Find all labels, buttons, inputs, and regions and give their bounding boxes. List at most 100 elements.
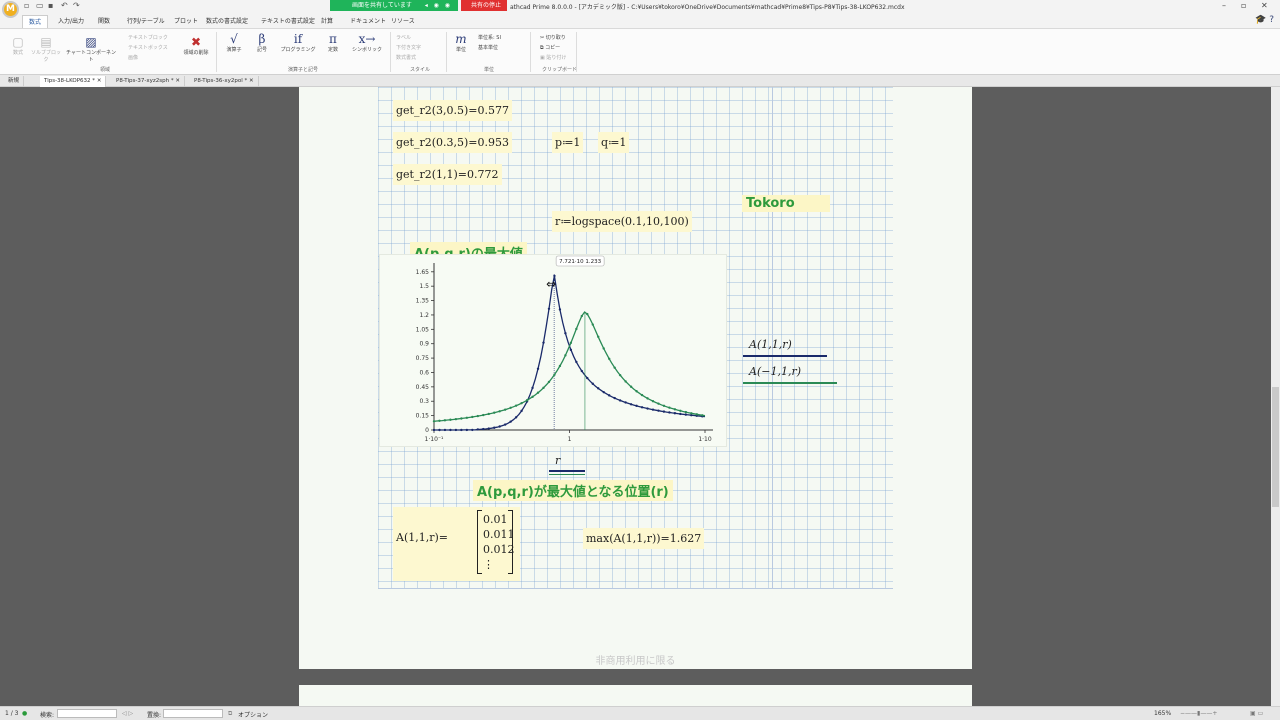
- doc-tab-tips-36[interactable]: P8-Tips-36-xy2pol * ✕: [190, 76, 259, 87]
- image-button[interactable]: 画像: [128, 54, 138, 61]
- close-icon[interactable]: ✕: [1261, 1, 1268, 10]
- constants-button[interactable]: π 定数: [320, 32, 346, 53]
- y-tick-label: 1.65: [416, 269, 430, 276]
- data-point: [624, 401, 627, 404]
- data-point: [662, 404, 666, 407]
- zoom-slider[interactable]: −——▮——+: [1180, 710, 1217, 717]
- paste-button[interactable]: ▣ 貼り付け: [540, 54, 566, 61]
- units-label: 単位: [455, 47, 466, 53]
- share-controls-icon[interactable]: ◂ ◉ ◉: [425, 0, 452, 11]
- tab-calculation[interactable]: 計算: [315, 15, 339, 28]
- stop-share-button[interactable]: 共有の停止: [461, 0, 507, 11]
- doc-tab-new[interactable]: 新規: [4, 76, 25, 87]
- legend-series-1[interactable]: A(1,1,r): [749, 338, 792, 351]
- doc-tab-tips-37[interactable]: P8-Tips-37-xyz2sph * ✕: [112, 76, 185, 87]
- math-region-eq2[interactable]: get_r2(0.3,5)=0.953: [393, 132, 513, 153]
- beta-icon: β: [258, 32, 266, 46]
- sqrt-icon: √: [230, 32, 238, 46]
- tab-math-format[interactable]: 数式の書式設定: [200, 15, 254, 28]
- search-nav-icon[interactable]: ◁ ▷: [122, 710, 133, 717]
- operators-button[interactable]: √ 演算子: [222, 32, 246, 53]
- math-region-icon: ▢: [12, 35, 24, 49]
- new-file-icon[interactable]: ▫: [24, 2, 32, 10]
- math-region-q-definition[interactable]: q≔1: [598, 132, 630, 153]
- tab-resources[interactable]: リソース: [385, 15, 421, 28]
- symbolics-label: シンボリック: [351, 47, 382, 53]
- close-tab-icon[interactable]: ✕: [175, 78, 180, 84]
- subscript-button[interactable]: 下付き文字: [396, 44, 421, 51]
- close-tab-icon[interactable]: ✕: [249, 78, 254, 84]
- open-folder-icon[interactable]: ▭: [36, 2, 44, 10]
- mathcad-logo-icon[interactable]: M: [2, 1, 19, 18]
- data-point: [586, 312, 589, 316]
- data-point: [651, 399, 655, 403]
- data-point: [542, 341, 545, 344]
- symbols-button[interactable]: β 記号: [250, 32, 274, 53]
- math-format-dropdown[interactable]: 数式書式: [396, 54, 416, 61]
- help-icon[interactable]: 🎓 ?: [1255, 15, 1274, 25]
- replace-icon[interactable]: ⧉: [228, 710, 232, 718]
- ribbon-divider: [390, 32, 391, 72]
- undo-icon[interactable]: ↶: [61, 2, 69, 10]
- data-point: [629, 403, 633, 406]
- document-tabs: 新規 Tips-38-LKOP632 * ✕ P8-Tips-37-xyz2sp…: [0, 75, 1280, 87]
- math-region-p-definition[interactable]: p≔1: [552, 132, 584, 153]
- screen-share-banner: 画面を共有しています ◂ ◉ ◉: [330, 0, 458, 11]
- close-tab-icon[interactable]: ✕: [97, 78, 102, 84]
- text-block-button[interactable]: テキストブロック: [128, 34, 168, 41]
- doc-tab-tips-38[interactable]: Tips-38-LKOP632 * ✕: [40, 76, 107, 87]
- cut-button[interactable]: ✂ 切り取り: [540, 34, 566, 41]
- author-label[interactable]: Tokoro: [742, 195, 830, 212]
- data-point: [597, 387, 600, 390]
- programming-label: プログラミング: [280, 47, 316, 53]
- save-icon[interactable]: ▪: [48, 2, 56, 10]
- math-region-r-definition[interactable]: r≔logspace(0.1,10,100): [552, 211, 692, 232]
- x-axis-series-line-2: [549, 474, 585, 475]
- replace-input[interactable]: [163, 709, 223, 718]
- data-point: [482, 413, 485, 417]
- text-box-button[interactable]: テキストボックス: [128, 44, 168, 51]
- tab-input-output[interactable]: 入力/出力: [52, 15, 90, 28]
- legend-series-2[interactable]: A(−1,1,r): [749, 365, 801, 378]
- base-unit-button[interactable]: 基本単位: [478, 44, 498, 51]
- maximize-icon[interactable]: ▫: [1241, 1, 1246, 10]
- redo-icon[interactable]: ↷: [73, 2, 81, 10]
- programming-button[interactable]: if プログラミング: [280, 32, 316, 53]
- tab-plots[interactable]: プロット: [168, 15, 204, 28]
- math-region-eq1[interactable]: get_r2(3,0.5)=0.577: [393, 100, 513, 121]
- data-point: [547, 307, 551, 310]
- heading-max-position[interactable]: A(p,q,r)が最大値となる位置(r): [473, 480, 673, 501]
- solve-block-button[interactable]: ▤ ソルブブロック: [30, 35, 62, 63]
- vertical-scrollbar[interactable]: [1271, 87, 1280, 706]
- minimize-icon[interactable]: –: [1222, 1, 1226, 10]
- xy-plot[interactable]: 0 0.15 0.3 0.45 0.6 0.75 0.9 1.05 1.2 1.35 1.5 1.65…: [379, 254, 727, 447]
- chart-component-button[interactable]: ▨ チャートコンポーネント: [66, 35, 116, 63]
- view-mode-icon[interactable]: ▣ ▭: [1250, 710, 1263, 717]
- data-point: [536, 391, 540, 394]
- math-region-eq3[interactable]: get_r2(1,1)=0.772: [393, 164, 502, 185]
- math-region-max[interactable]: max(A(1,1,r))=1.627: [583, 528, 705, 549]
- math-region-button[interactable]: ▢ 数式: [8, 35, 28, 56]
- tab-functions[interactable]: 関数: [92, 15, 116, 28]
- tab-matrices[interactable]: 行列/テーブル: [121, 15, 171, 28]
- symbolics-button[interactable]: x→ シンボリック: [348, 32, 386, 53]
- data-point: [564, 354, 567, 357]
- copy-button[interactable]: ⧉ コピー: [540, 44, 560, 51]
- scrollbar-thumb[interactable]: [1272, 387, 1279, 507]
- worksheet-page[interactable]: get_r2(3,0.5)=0.577 get_r2(0.3,5)=0.953 …: [299, 87, 972, 669]
- data-point: [624, 380, 627, 383]
- label-dropdown[interactable]: ラベル: [396, 34, 411, 41]
- plot-x-axis-label[interactable]: r: [555, 454, 560, 467]
- unit-system-dropdown[interactable]: 単位系: SI: [478, 34, 501, 41]
- data-point: [531, 395, 534, 399]
- units-button[interactable]: m 単位: [450, 32, 472, 53]
- operators-label: 演算子: [226, 47, 242, 53]
- tab-math[interactable]: 数式: [22, 15, 49, 28]
- tab-text-format[interactable]: テキストの書式設定: [255, 15, 321, 28]
- region-delete-button[interactable]: ✖ 領域の削除: [180, 35, 212, 56]
- data-point: [449, 418, 452, 421]
- options-dropdown[interactable]: オプション: [238, 710, 268, 719]
- result-vector: 0.01 0.011 0.012 ⋮: [483, 512, 515, 572]
- search-input[interactable]: [57, 709, 117, 718]
- math-region-a-result[interactable]: A(1,1,r)= 0.01 0.011 0.012 ⋮: [393, 507, 520, 581]
